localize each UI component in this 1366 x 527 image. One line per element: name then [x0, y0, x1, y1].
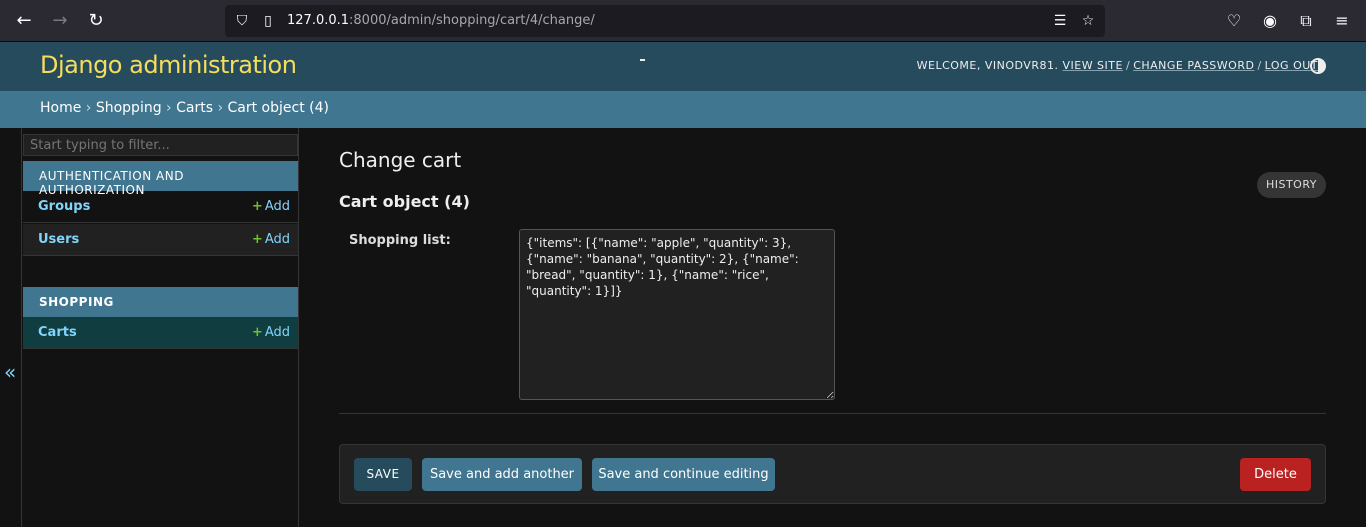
browser-toolbar: ← → ↻ ⛉ ▯ 127.0.0.1:8000/admin/shopping/…: [0, 0, 1366, 42]
back-arrow-icon[interactable]: ←: [12, 9, 36, 33]
breadcrumb-carts[interactable]: Carts: [176, 100, 213, 116]
plus-icon: +: [251, 199, 263, 214]
sidebar-item-groups[interactable]: Groups + Add: [23, 191, 298, 223]
sidebar-item-users[interactable]: Users + Add: [23, 224, 298, 256]
pocket-icon[interactable]: ♡: [1222, 9, 1246, 33]
model-link-users[interactable]: Users: [38, 232, 79, 247]
save-button[interactable]: SAVE: [354, 458, 412, 491]
reload-icon[interactable]: ↻: [84, 9, 108, 33]
sidebar-filter-input[interactable]: [23, 134, 298, 156]
collapse-chevron-icon: «: [4, 360, 17, 384]
divider: [640, 59, 645, 61]
divider: [339, 413, 1326, 414]
save-and-add-another-button[interactable]: Save and add another: [422, 458, 582, 491]
page-title: Change cart: [339, 148, 462, 172]
add-label: Add: [264, 199, 290, 214]
breadcrumb-current: Cart object (4): [227, 100, 329, 116]
page-info-icon[interactable]: ▯: [259, 12, 277, 30]
welcome-text: WELCOME,: [916, 59, 985, 72]
sidebar-item-carts[interactable]: Carts + Add: [23, 317, 298, 349]
history-button[interactable]: HISTORY: [1257, 172, 1326, 198]
delete-button[interactable]: Delete: [1240, 458, 1311, 491]
shopping-list-textarea[interactable]: {"items": [{"name": "apple", "quantity":…: [519, 229, 835, 400]
save-and-continue-button[interactable]: Save and continue editing: [592, 458, 775, 491]
username: VINODVR81: [984, 59, 1055, 72]
extensions-icon[interactable]: ⧉: [1294, 9, 1318, 33]
add-users-link[interactable]: + Add: [252, 232, 290, 247]
site-name[interactable]: Django administration: [40, 51, 297, 79]
add-groups-link[interactable]: + Add: [252, 199, 290, 214]
model-link-groups[interactable]: Groups: [38, 199, 90, 214]
app-caption-auth[interactable]: Authentication and Authorization: [23, 161, 298, 197]
object-title: Cart object (4): [339, 192, 470, 211]
shield-icon[interactable]: ⛉: [233, 12, 251, 30]
bookmark-star-icon[interactable]: ☆: [1079, 12, 1097, 30]
shopping-list-label: Shopping list:: [349, 233, 451, 248]
forward-arrow-icon[interactable]: →: [48, 9, 72, 33]
url-text[interactable]: 127.0.0.1:8000/admin/shopping/cart/4/cha…: [287, 13, 595, 28]
add-label: Add: [264, 325, 290, 340]
change-password-link[interactable]: CHANGE PASSWORD: [1133, 59, 1254, 72]
menu-icon[interactable]: ≡: [1330, 9, 1354, 33]
user-tools: WELCOME, VINODVR81. VIEW SITE / CHANGE PAS…: [916, 59, 1318, 72]
breadcrumb-shopping[interactable]: Shopping: [96, 100, 162, 116]
add-carts-link[interactable]: + Add: [252, 325, 290, 340]
theme-toggle-icon[interactable]: [1310, 58, 1326, 74]
url-path: :8000/admin/shopping/cart/4/change/: [349, 13, 595, 28]
url-host: 127.0.0.1: [287, 13, 350, 28]
app-caption-shopping[interactable]: Shopping: [23, 287, 298, 317]
plus-icon: +: [251, 232, 263, 247]
breadcrumb-home[interactable]: Home: [40, 100, 81, 116]
address-bar[interactable]: ⛉ ▯ 127.0.0.1:8000/admin/shopping/cart/4…: [225, 5, 1105, 37]
model-link-carts[interactable]: Carts: [38, 325, 77, 340]
nav-sidebar: Authentication and Authorization Groups …: [22, 128, 299, 527]
view-site-link[interactable]: VIEW SITE: [1062, 59, 1123, 72]
account-icon[interactable]: ◉: [1258, 9, 1282, 33]
sidebar-toggle-button[interactable]: «: [0, 128, 22, 527]
submit-row: SAVE Save and add another Save and conti…: [339, 444, 1326, 504]
admin-header: Django administration WELCOME, VINODVR81…: [0, 42, 1366, 91]
breadcrumb: Home › Shopping › Carts › Cart object (4…: [0, 91, 1366, 128]
plus-icon: +: [251, 325, 263, 340]
add-label: Add: [264, 232, 290, 247]
reader-view-icon[interactable]: ☰: [1051, 12, 1069, 30]
